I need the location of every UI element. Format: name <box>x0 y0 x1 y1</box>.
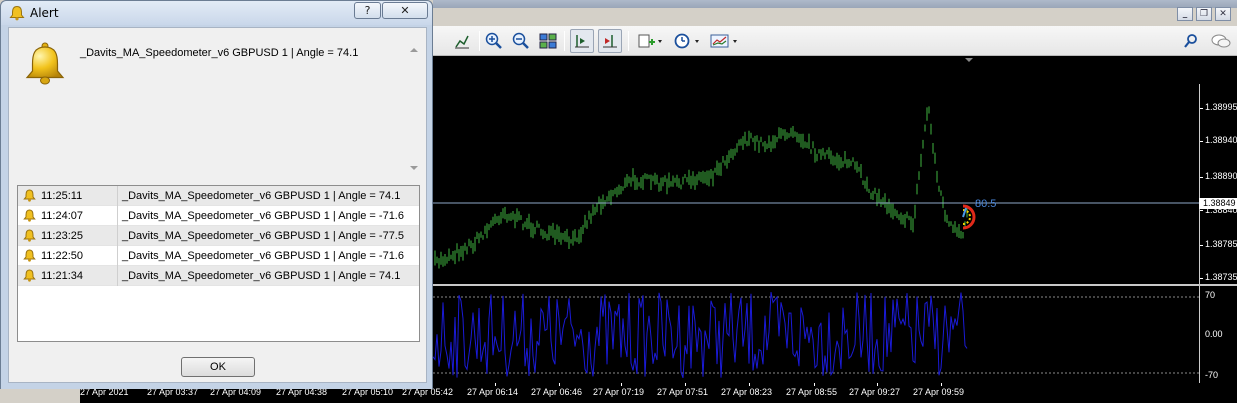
charts-toolbar <box>433 26 1237 56</box>
scroll-up-icon[interactable] <box>410 48 418 52</box>
alert-dialog: Alert ? ✕ _Davits_MA_Speedometer_v6 GBPU… <box>0 0 433 389</box>
price-chart[interactable]: 80.5 <box>433 84 1199 284</box>
price-bars <box>434 106 968 269</box>
indicator-scale-label: 0.00 <box>1205 329 1223 339</box>
time-axis-label: 27 Apr 07:19 <box>593 387 645 397</box>
price-scale-label: 1.38995 <box>1205 102 1237 112</box>
price-scale-label: 1.38890 <box>1205 171 1237 181</box>
price-scale-label: 1.38785 <box>1205 239 1237 249</box>
indicator-scale-label: 70 <box>1205 290 1216 300</box>
restore-icon[interactable]: ❐ <box>1196 7 1212 21</box>
current-price-label: 1.38849 <box>1199 198 1237 209</box>
periods-icon[interactable] <box>671 29 705 53</box>
price-scale-label: 1.38735 <box>1205 272 1237 282</box>
alert-title-bar[interactable]: Alert ? ✕ <box>1 1 432 25</box>
zoom-out-icon[interactable] <box>510 29 532 53</box>
help-button[interactable]: ? <box>354 2 381 19</box>
time-axis-label: 27 Apr 09:59 <box>913 387 965 397</box>
scroll-down-icon[interactable] <box>410 166 418 170</box>
history-row[interactable]: 11:22:50 _Davits_MA_Speedometer_v6 GBPUSD… <box>18 246 419 266</box>
history-row[interactable]: 11:25:11 _Davits_MA_Speedometer_v6 GBPUSD… <box>18 186 419 206</box>
chart-top-area <box>433 56 1237 84</box>
time-axis-label: 27 Apr 06:46 <box>531 387 583 397</box>
mdi-title-bar <box>433 0 1237 8</box>
search-icon[interactable] <box>1181 29 1201 53</box>
alert-body: _Davits_MA_Speedometer_v6 GBPUSD 1 | Ang… <box>8 27 427 383</box>
alert-history-list[interactable]: 11:25:11 _Davits_MA_Speedometer_v6 GBPUSD… <box>17 185 420 342</box>
bell-icon <box>23 209 36 225</box>
zoom-in-icon[interactable] <box>483 29 505 53</box>
time-axis-label: 27 Apr 09:27 <box>849 387 901 397</box>
indicator-scale-label: -70 <box>1205 370 1219 380</box>
history-time: 11:23:25 <box>41 230 84 242</box>
history-time: 11:24:07 <box>41 210 84 222</box>
alert-title: Alert <box>30 6 59 20</box>
bell-icon <box>23 229 36 245</box>
message-scrollbar[interactable] <box>407 42 421 178</box>
history-time: 11:21:34 <box>41 270 84 282</box>
time-axis-label: 27 Apr 08:55 <box>786 387 838 397</box>
speedometer-value: 80.5 <box>975 198 996 210</box>
alert-message-area: _Davits_MA_Speedometer_v6 GBPUSD 1 | Ang… <box>11 30 424 178</box>
indicator-window[interactable] <box>432 286 1199 383</box>
bell-icon <box>9 5 25 21</box>
close-window-icon[interactable]: ✕ <box>1215 7 1231 21</box>
bell-icon <box>23 269 36 285</box>
indicators-icon[interactable] <box>635 29 665 53</box>
history-message: _Davits_MA_Speedometer_v6 GBPUSD 1 | Ang… <box>122 210 404 222</box>
price-scale-label: 1.38940 <box>1205 135 1237 145</box>
time-axis-label: 27 Apr 08:23 <box>721 387 773 397</box>
price-scale: 1.38995 1.38940 1.38890 1.38840 1.38785 … <box>1199 84 1237 284</box>
history-time: 11:25:11 <box>41 190 83 202</box>
history-message: _Davits_MA_Speedometer_v6 GBPUSD 1 | Ang… <box>122 190 401 202</box>
auto-scroll-icon[interactable] <box>598 29 622 53</box>
ok-button[interactable]: OK <box>181 357 255 377</box>
bell-icon <box>23 189 36 205</box>
bell-icon <box>23 249 36 265</box>
history-time: 11:22:50 <box>41 250 84 262</box>
chat-icon[interactable] <box>1209 29 1233 53</box>
time-axis-label: 27 Apr 07:51 <box>657 387 709 397</box>
close-button[interactable]: ✕ <box>382 2 428 19</box>
alert-message: _Davits_MA_Speedometer_v6 GBPUSD 1 | Ang… <box>80 47 359 59</box>
history-message: _Davits_MA_Speedometer_v6 GBPUSD 1 | Ang… <box>122 230 404 242</box>
history-message: _Davits_MA_Speedometer_v6 GBPUSD 1 | Ang… <box>122 270 401 282</box>
templates-icon[interactable] <box>708 29 742 53</box>
history-row[interactable]: 11:21:34 _Davits_MA_Speedometer_v6 GBPUSD… <box>18 266 419 286</box>
bell-icon <box>25 42 65 85</box>
history-row[interactable]: 11:24:07 _Davits_MA_Speedometer_v6 GBPUSD… <box>18 206 419 226</box>
chart-window-controls: _ ❐ ✕ <box>1177 7 1231 21</box>
history-message: _Davits_MA_Speedometer_v6 GBPUSD 1 | Ang… <box>122 250 404 262</box>
tile-windows-icon[interactable] <box>537 29 559 53</box>
history-row[interactable]: 11:23:25 _Davits_MA_Speedometer_v6 GBPUSD… <box>18 226 419 246</box>
minimize-icon[interactable]: _ <box>1177 7 1193 21</box>
indicator-scale: 70 0.00 -70 <box>1199 286 1237 383</box>
chart-line-icon[interactable] <box>451 29 473 53</box>
chart-shift-icon[interactable] <box>570 29 594 53</box>
time-axis-label: 27 Apr 06:14 <box>467 387 519 397</box>
